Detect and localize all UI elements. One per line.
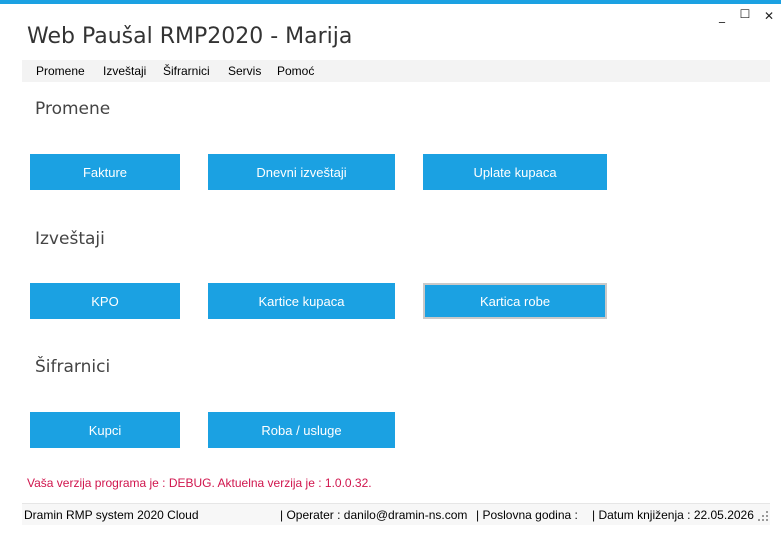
kupci-button[interactable]: Kupci [30, 412, 180, 448]
kartica-robe-button[interactable]: Kartica robe [423, 283, 607, 319]
fakture-button[interactable]: Fakture [30, 154, 180, 190]
dnevni-izvestaji-button[interactable]: Dnevni izveštaji [208, 154, 395, 190]
status-poslovna-godina: | Poslovna godina : [476, 508, 578, 522]
menu-izvestaji[interactable]: Izveštaji [103, 64, 146, 78]
version-warning: Vaša verzija programa je : DEBUG. Aktuel… [27, 476, 372, 490]
kartice-kupaca-button[interactable]: Kartice kupaca [208, 283, 395, 319]
section-title-promene: Promene [35, 99, 111, 119]
minimize-button[interactable]: _ [713, 9, 731, 23]
status-datum-knjizenja: | Datum knjiženja : 22.05.2026 [592, 508, 754, 522]
menu-sifrarnici[interactable]: Šifrarnici [163, 64, 210, 78]
uplate-kupaca-button[interactable]: Uplate kupaca [423, 154, 607, 190]
menu-promene[interactable]: Promene [36, 64, 85, 78]
menu-pomoc[interactable]: Pomoć [277, 64, 314, 78]
window-title: Web Paušal RMP2020 - Marija [27, 24, 353, 49]
kpo-button[interactable]: KPO [30, 283, 180, 319]
roba-usluge-button[interactable]: Roba / usluge [208, 412, 395, 448]
resize-grip-icon[interactable] [757, 510, 769, 522]
status-bar: Dramin RMP system 2020 Cloud | Operater … [22, 503, 770, 525]
window-top-accent [0, 0, 781, 4]
maximize-button[interactable]: ☐ [736, 7, 754, 21]
menu-bar: Promene Izveštaji Šifrarnici Servis Pomo… [22, 60, 770, 82]
status-operater: | Operater : danilo@dramin-ns.com [280, 508, 468, 522]
close-button[interactable]: ✕ [760, 9, 778, 23]
status-app-name: Dramin RMP system 2020 Cloud [24, 508, 199, 522]
section-title-izvestaji: Izveštaji [35, 229, 105, 249]
menu-servis[interactable]: Servis [228, 64, 261, 78]
section-title-sifrarnici: Šifrarnici [35, 357, 111, 377]
